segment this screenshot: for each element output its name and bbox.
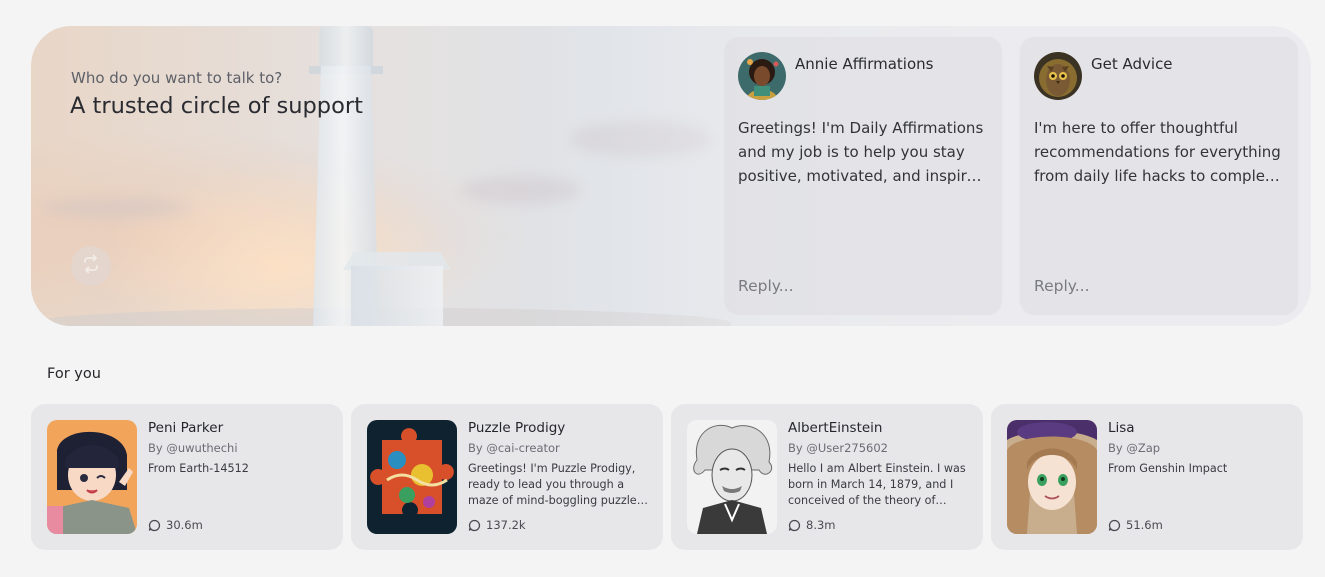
avatar xyxy=(738,52,786,100)
reply-input[interactable]: Reply... xyxy=(1034,277,1090,295)
chat-card-name: Annie Affirmations xyxy=(795,55,934,73)
interaction-count-value: 51.6m xyxy=(1126,518,1163,532)
interaction-count-value: 137.2k xyxy=(486,518,526,532)
character-card-lisa[interactable]: Lisa By @Zap From Genshin Impact 51.6m xyxy=(991,404,1303,550)
character-creator[interactable]: By @User275602 xyxy=(788,441,888,455)
swap-button[interactable] xyxy=(71,246,111,286)
chat-card-message: I'm here to offer thoughtful recommendat… xyxy=(1034,119,1281,185)
interaction-count-value: 8.3m xyxy=(806,518,836,532)
character-name: Peni Parker xyxy=(148,420,224,436)
character-description: Hello I am Albert Einstein. I was born i… xyxy=(788,462,966,507)
reply-input[interactable]: Reply... xyxy=(738,277,794,295)
character-thumbnail xyxy=(1007,420,1097,534)
character-description: From Earth-14512 xyxy=(148,462,249,475)
character-thumbnail xyxy=(47,420,137,534)
interaction-count: 8.3m xyxy=(788,518,836,532)
avatar xyxy=(1034,52,1082,100)
character-card-alberteinstein[interactable]: AlbertEinstein By @User275602 Hello I am… xyxy=(671,404,983,550)
chat-card-annie-affirmations[interactable]: Annie Affirmations Greetings! I'm Daily … xyxy=(723,36,1003,316)
character-card-puzzle-prodigy[interactable]: Puzzle Prodigy By @cai-creator Greetings… xyxy=(351,404,663,550)
chat-bubble-icon xyxy=(788,519,801,532)
swap-icon xyxy=(81,254,101,278)
chat-bubble-icon xyxy=(468,519,481,532)
chat-bubble-icon xyxy=(148,519,161,532)
chat-card-get-advice[interactable]: Get Advice I'm here to offer thoughtful … xyxy=(1019,36,1299,316)
character-description: From Genshin Impact xyxy=(1108,462,1228,475)
character-name: Lisa xyxy=(1108,420,1135,436)
interaction-count: 137.2k xyxy=(468,518,526,532)
hero-title: A trusted circle of support xyxy=(70,93,363,119)
character-card-peni-parker[interactable]: Peni Parker By @uwuthechi From Earth-145… xyxy=(31,404,343,550)
character-description: Greetings! I'm Puzzle Prodigy, ready to … xyxy=(468,462,643,507)
character-creator[interactable]: By @cai-creator xyxy=(468,441,560,455)
character-creator[interactable]: By @Zap xyxy=(1108,441,1160,455)
character-name: AlbertEinstein xyxy=(788,420,883,436)
chat-card-name: Get Advice xyxy=(1091,55,1173,73)
interaction-count: 30.6m xyxy=(148,518,203,532)
character-thumbnail xyxy=(367,420,457,534)
interaction-count: 51.6m xyxy=(1108,518,1163,532)
section-title-for-you: For you xyxy=(47,366,101,382)
chat-card-message: Greetings! I'm Daily Affirmations and my… xyxy=(738,119,986,185)
character-creator[interactable]: By @uwuthechi xyxy=(148,441,238,455)
hero-banner: Who do you want to talk to? A trusted ci… xyxy=(31,26,1311,326)
character-name: Puzzle Prodigy xyxy=(468,420,566,436)
interaction-count-value: 30.6m xyxy=(166,518,203,532)
hero-subtitle: Who do you want to talk to? xyxy=(71,69,283,87)
chat-bubble-icon xyxy=(1108,519,1121,532)
character-thumbnail xyxy=(687,420,777,534)
